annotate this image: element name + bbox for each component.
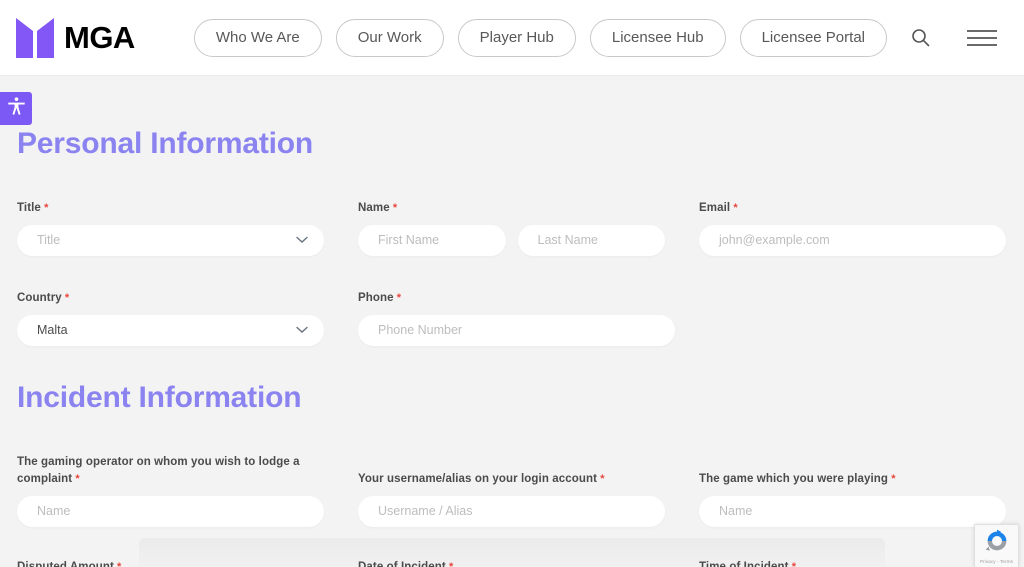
field-username-alias: Your username/alias on your login accoun… xyxy=(341,471,682,527)
field-label-gaming-operator: The gaming operator on whom you wish to … xyxy=(17,456,300,485)
required-marker: * xyxy=(393,292,402,304)
recaptcha-separator: - xyxy=(997,558,999,564)
required-marker: * xyxy=(389,202,398,214)
field-label-username-alias: Your username/alias on your login accoun… xyxy=(358,472,605,485)
recaptcha-badge[interactable]: Privacy - Terms xyxy=(974,524,1019,567)
field-label-game-played: The game which you were playing * xyxy=(699,472,896,485)
field-date-of-incident: Date of Incident * xyxy=(341,559,682,567)
section-title-incident-information: Incident Information xyxy=(17,381,302,414)
field-email: Email * john@example.com xyxy=(682,200,1023,256)
field-label-email: Email * xyxy=(699,202,738,214)
chevron-down-icon xyxy=(296,233,308,247)
accessibility-widget-button[interactable] xyxy=(0,92,32,125)
phone-input[interactable]: Phone Number xyxy=(358,314,675,346)
title-select[interactable]: Title xyxy=(17,224,324,256)
username-alias-placeholder: Username / Alias xyxy=(378,504,473,519)
nav-item-licensee-portal[interactable]: Licensee Portal xyxy=(739,18,887,57)
recaptcha-legal-text: Privacy - Terms xyxy=(980,559,1013,564)
field-label-name: Name * xyxy=(358,202,398,214)
field-label-disputed-amount: Disputed Amount * xyxy=(17,559,324,567)
title-select-value: Title xyxy=(37,233,61,248)
field-game-played: The game which you were playing * Name xyxy=(682,471,1023,527)
phone-placeholder: Phone Number xyxy=(378,323,463,338)
mga-butterfly-logo-icon xyxy=(16,17,54,58)
header-actions xyxy=(911,28,998,48)
form-page: Personal Information Title * Title Name … xyxy=(0,76,1024,567)
search-icon[interactable] xyxy=(911,28,930,47)
field-disputed-amount: Disputed Amount * xyxy=(0,559,341,567)
first-name-input[interactable]: First Name xyxy=(358,224,506,256)
field-label-country: Country * xyxy=(17,292,70,304)
nav-item-who-we-are[interactable]: Who We Are xyxy=(193,18,322,57)
nav-item-player-hub[interactable]: Player Hub xyxy=(457,18,576,57)
field-label-time-of-incident: Time of Incident * xyxy=(699,559,1006,567)
accessibility-person-icon xyxy=(6,96,27,122)
field-label-title: Title * xyxy=(17,202,49,214)
gaming-operator-placeholder: Name xyxy=(37,504,71,519)
last-name-placeholder: Last Name xyxy=(537,233,598,248)
field-phone: Phone * Phone Number xyxy=(341,290,1023,346)
field-name: Name * First Name Last Name xyxy=(341,200,682,256)
required-marker: * xyxy=(113,561,122,567)
country-select-value: Malta xyxy=(37,323,68,338)
game-played-input[interactable]: Name xyxy=(699,495,1006,527)
username-alias-input[interactable]: Username / Alias xyxy=(358,495,665,527)
first-name-placeholder: First Name xyxy=(378,233,440,248)
email-placeholder: john@example.com xyxy=(719,233,830,248)
nav-item-licensee-hub[interactable]: Licensee Hub xyxy=(589,18,726,57)
required-marker: * xyxy=(788,561,797,567)
logo[interactable]: MGA xyxy=(16,17,135,58)
field-label-phone: Phone * xyxy=(358,292,402,304)
field-gaming-operator: The gaming operator on whom you wish to … xyxy=(0,454,341,527)
field-title: Title * Title xyxy=(0,200,341,256)
required-marker: * xyxy=(40,202,49,214)
required-marker: * xyxy=(445,561,454,567)
required-marker: * xyxy=(597,472,605,485)
email-input[interactable]: john@example.com xyxy=(699,224,1006,256)
field-label-date-of-incident: Date of Incident * xyxy=(358,559,665,567)
recaptcha-icon xyxy=(985,529,1009,558)
required-marker: * xyxy=(888,472,896,485)
hamburger-menu-icon[interactable] xyxy=(966,28,998,48)
required-marker: * xyxy=(61,292,70,304)
last-name-input[interactable]: Last Name xyxy=(517,224,665,256)
main-navigation: Who We Are Our Work Player Hub Licensee … xyxy=(193,18,887,57)
recaptcha-terms-label: Terms xyxy=(1000,558,1014,564)
section-title-personal-information: Personal Information xyxy=(17,127,314,160)
logo-text: MGA xyxy=(64,20,135,55)
nav-item-our-work[interactable]: Our Work xyxy=(335,18,444,57)
required-marker: * xyxy=(730,202,738,214)
gaming-operator-input[interactable]: Name xyxy=(17,495,324,527)
field-country: Country * Malta xyxy=(0,290,341,346)
chevron-down-icon xyxy=(296,323,308,337)
country-select[interactable]: Malta xyxy=(17,314,324,346)
game-played-placeholder: Name xyxy=(719,504,753,519)
recaptcha-privacy-label: Privacy xyxy=(979,558,996,564)
field-time-of-incident: Time of Incident * xyxy=(682,559,1023,567)
required-marker: * xyxy=(72,472,80,485)
site-header: MGA Who We Are Our Work Player Hub Licen… xyxy=(0,0,1024,76)
